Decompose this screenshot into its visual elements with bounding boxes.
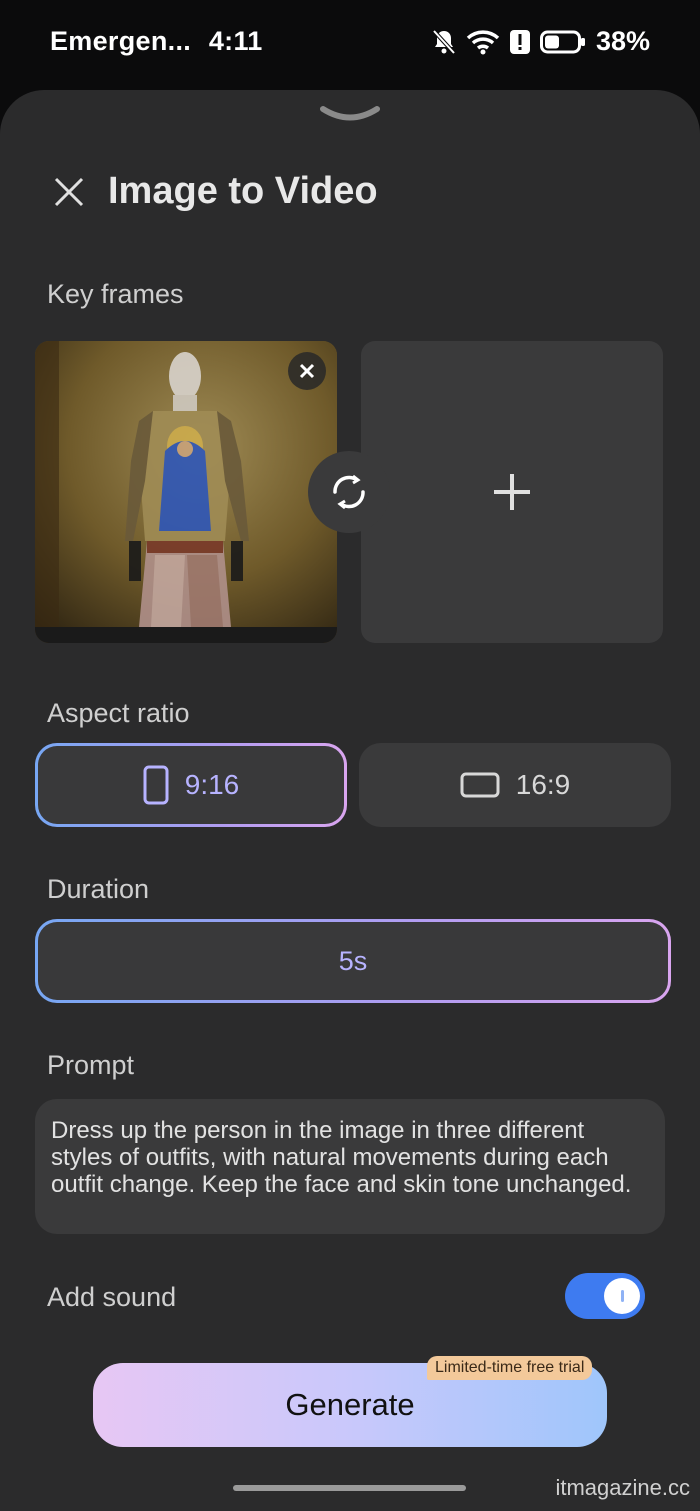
prompt-input[interactable]: Dress up the person in the image in thre… (35, 1099, 665, 1234)
close-icon (299, 363, 315, 379)
page-title: Image to Video (108, 170, 378, 212)
duration-value: 5s (338, 945, 368, 976)
status-bar: Emergen... 4:11 38% (0, 0, 700, 88)
swap-icon (333, 474, 365, 510)
add-sound-label: Add sound (47, 1282, 177, 1312)
key-frame-1-image[interactable] (35, 341, 337, 643)
duration-5s-option[interactable]: 5s (35, 919, 671, 1003)
plus-icon (494, 474, 530, 510)
wifi-icon (466, 29, 500, 55)
alert-icon (509, 29, 530, 55)
aspect-ratio-9-16-label: 9:16 (184, 769, 240, 800)
chevron-down-icon[interactable] (320, 104, 380, 131)
key-frames-label: Key frames (47, 279, 184, 309)
header: Image to Video (52, 170, 378, 213)
home-indicator[interactable] (233, 1485, 466, 1491)
aspect-ratio-9-16-option[interactable]: 9:16 (35, 743, 347, 827)
portrait-frame-icon (143, 765, 169, 805)
aspect-ratio-16-9-option[interactable]: 16:9 (359, 743, 671, 827)
landscape-frame-icon (460, 772, 500, 798)
add-key-frame-button[interactable] (361, 341, 663, 643)
close-icon[interactable] (52, 175, 86, 209)
generate-label: Generate (285, 1387, 415, 1422)
add-sound-toggle[interactable] (565, 1273, 645, 1319)
remove-frame-button[interactable] (288, 352, 326, 390)
clock: 4:11 (208, 26, 263, 56)
toggle-knob (604, 1278, 640, 1314)
status-left: Emergen... 4:11 (50, 26, 263, 57)
bottom-sheet: Image to Video Key frames Aspect ratio 9… (0, 90, 700, 1511)
watermark: itmagazine.cc (555, 1475, 690, 1500)
status-right: 38% (432, 26, 650, 57)
carrier-text: Emergen... (50, 26, 192, 56)
duration-label: Duration (47, 874, 150, 904)
aspect-ratio-16-9-label: 16:9 (515, 769, 571, 800)
swap-frames-button[interactable] (308, 451, 390, 533)
battery-percent: 38% (595, 26, 650, 56)
free-trial-badge: Limited-time free trial (427, 1356, 593, 1380)
prompt-label: Prompt (47, 1050, 135, 1080)
battery-icon (539, 29, 586, 55)
bell-muted-icon (432, 29, 456, 55)
aspect-ratio-label: Aspect ratio (47, 698, 190, 728)
